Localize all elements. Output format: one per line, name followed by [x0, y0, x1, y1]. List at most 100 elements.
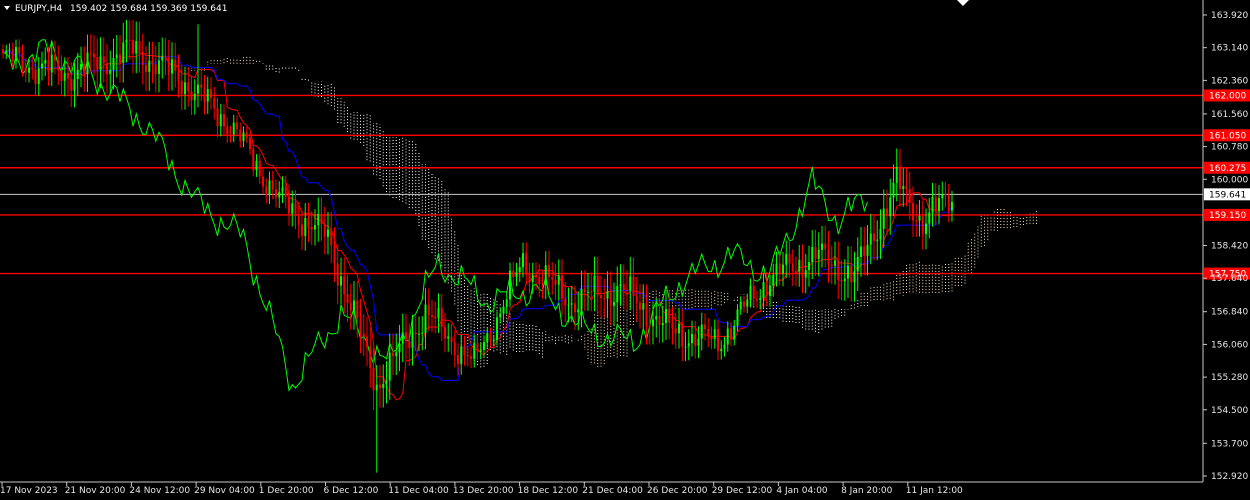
candle-body: [262, 176, 264, 187]
scroll-shift-marker[interactable]: [957, 0, 969, 6]
candle-body: [561, 275, 563, 299]
candle-body: [853, 271, 856, 283]
candle-body: [184, 82, 186, 95]
candle-body: [782, 264, 784, 274]
candle-body: [463, 346, 466, 356]
candle-body: [106, 63, 108, 74]
candle-body: [93, 53, 95, 58]
candle-body: [21, 53, 24, 68]
chart-header: EURJPY,H4 159.402 159.684 159.369 159.64…: [4, 0, 969, 14]
candle-body: [301, 224, 303, 236]
candle-body: [213, 98, 216, 109]
candle-body: [63, 72, 66, 81]
chart-window[interactable]: 162.000 161.050 160.275 159.150 157.750 159.6…: [0, 0, 1250, 500]
candle-body: [158, 60, 160, 74]
candle-body: [349, 303, 352, 311]
candle-body: [531, 274, 534, 283]
candle-body: [785, 254, 788, 265]
candlesticks: [2, 19, 953, 473]
candle-body: [356, 300, 359, 319]
horizontal-levels: 162.000161.050160.275159.150157.750159.6…: [0, 89, 1250, 280]
candle-body: [486, 333, 489, 343]
candle-body: [746, 299, 749, 307]
candle-body: [483, 342, 485, 350]
candle-body: [769, 285, 771, 296]
candle-body: [327, 229, 329, 237]
candle-body: [756, 298, 758, 301]
candle-body: [567, 304, 570, 306]
time-tick-label: 17 Nov 2023: [0, 486, 58, 496]
candle-body: [947, 195, 950, 211]
candle-body: [869, 233, 872, 245]
candle-body: [834, 260, 836, 266]
candle-body: [385, 380, 388, 384]
candle-body: [86, 52, 89, 74]
candle-body: [307, 217, 310, 227]
triangle-down-icon[interactable]: [4, 6, 10, 10]
candle-body: [710, 336, 713, 340]
candle-body: [886, 208, 888, 217]
price-tick-label: 153.700: [1211, 439, 1248, 449]
price-tick-label: 158.420: [1211, 242, 1248, 252]
candle-body: [619, 283, 622, 287]
candle-body: [570, 303, 573, 305]
candle-body: [645, 303, 648, 326]
candle-body: [206, 88, 209, 102]
candle-body: [119, 54, 121, 63]
candle-body: [24, 67, 27, 73]
candle-body: [795, 271, 797, 273]
candle-body: [622, 283, 625, 290]
candle-body: [902, 186, 905, 190]
candle-body: [200, 84, 203, 88]
price-tick-label: 162.360: [1211, 76, 1248, 86]
current-price-label: 159.641: [1209, 190, 1246, 200]
candle-body: [112, 58, 115, 70]
candle-body: [89, 52, 92, 54]
candle-body: [726, 328, 729, 345]
candle-body: [5, 50, 8, 54]
candle-body: [362, 333, 365, 337]
candle-body: [281, 187, 284, 192]
candle-body: [275, 189, 277, 198]
candle-body: [164, 55, 167, 58]
time-tick-label: 18 Dec 12:00: [518, 486, 579, 496]
candle-body: [681, 323, 684, 347]
candle-body: [236, 122, 238, 130]
price-chart[interactable]: 162.000161.050160.275159.150157.750159.6…: [0, 0, 1250, 500]
candle-body: [132, 39, 134, 54]
time-tick-label: 21 Nov 20:00: [65, 486, 126, 496]
level-label: 162.000: [1209, 91, 1246, 101]
candle-body: [44, 60, 47, 64]
time-tick-label: 21 Dec 04:00: [582, 486, 643, 496]
candle-body: [580, 288, 583, 310]
candle-body: [411, 332, 414, 348]
candle-body: [135, 41, 138, 54]
candle-body: [125, 39, 128, 43]
candle-body: [804, 270, 807, 278]
candle-body: [177, 70, 180, 81]
candle-body: [535, 274, 537, 278]
candle-body: [398, 343, 401, 353]
candle-body: [304, 217, 307, 236]
level-label: 159.150: [1209, 211, 1246, 221]
candle-body: [470, 356, 472, 359]
candle-body: [434, 316, 437, 319]
candle-body: [827, 249, 830, 265]
candle-body: [879, 228, 882, 240]
price-tick-label: 157.640: [1211, 274, 1248, 284]
candle-body: [336, 263, 339, 286]
candle-body: [759, 297, 762, 301]
candle-body: [856, 256, 859, 272]
candle-body: [590, 291, 593, 293]
candle-body: [278, 191, 281, 198]
candle-body: [375, 384, 378, 391]
time-tick-label: 26 Dec 20:00: [647, 486, 708, 496]
candle-body: [691, 333, 693, 344]
candle-body: [320, 213, 323, 224]
candle-body: [460, 346, 463, 364]
candle-body: [522, 253, 524, 268]
candle-body: [752, 285, 755, 299]
candle-body: [2, 49, 4, 54]
candle-body: [931, 196, 934, 213]
candle-body: [515, 272, 518, 278]
